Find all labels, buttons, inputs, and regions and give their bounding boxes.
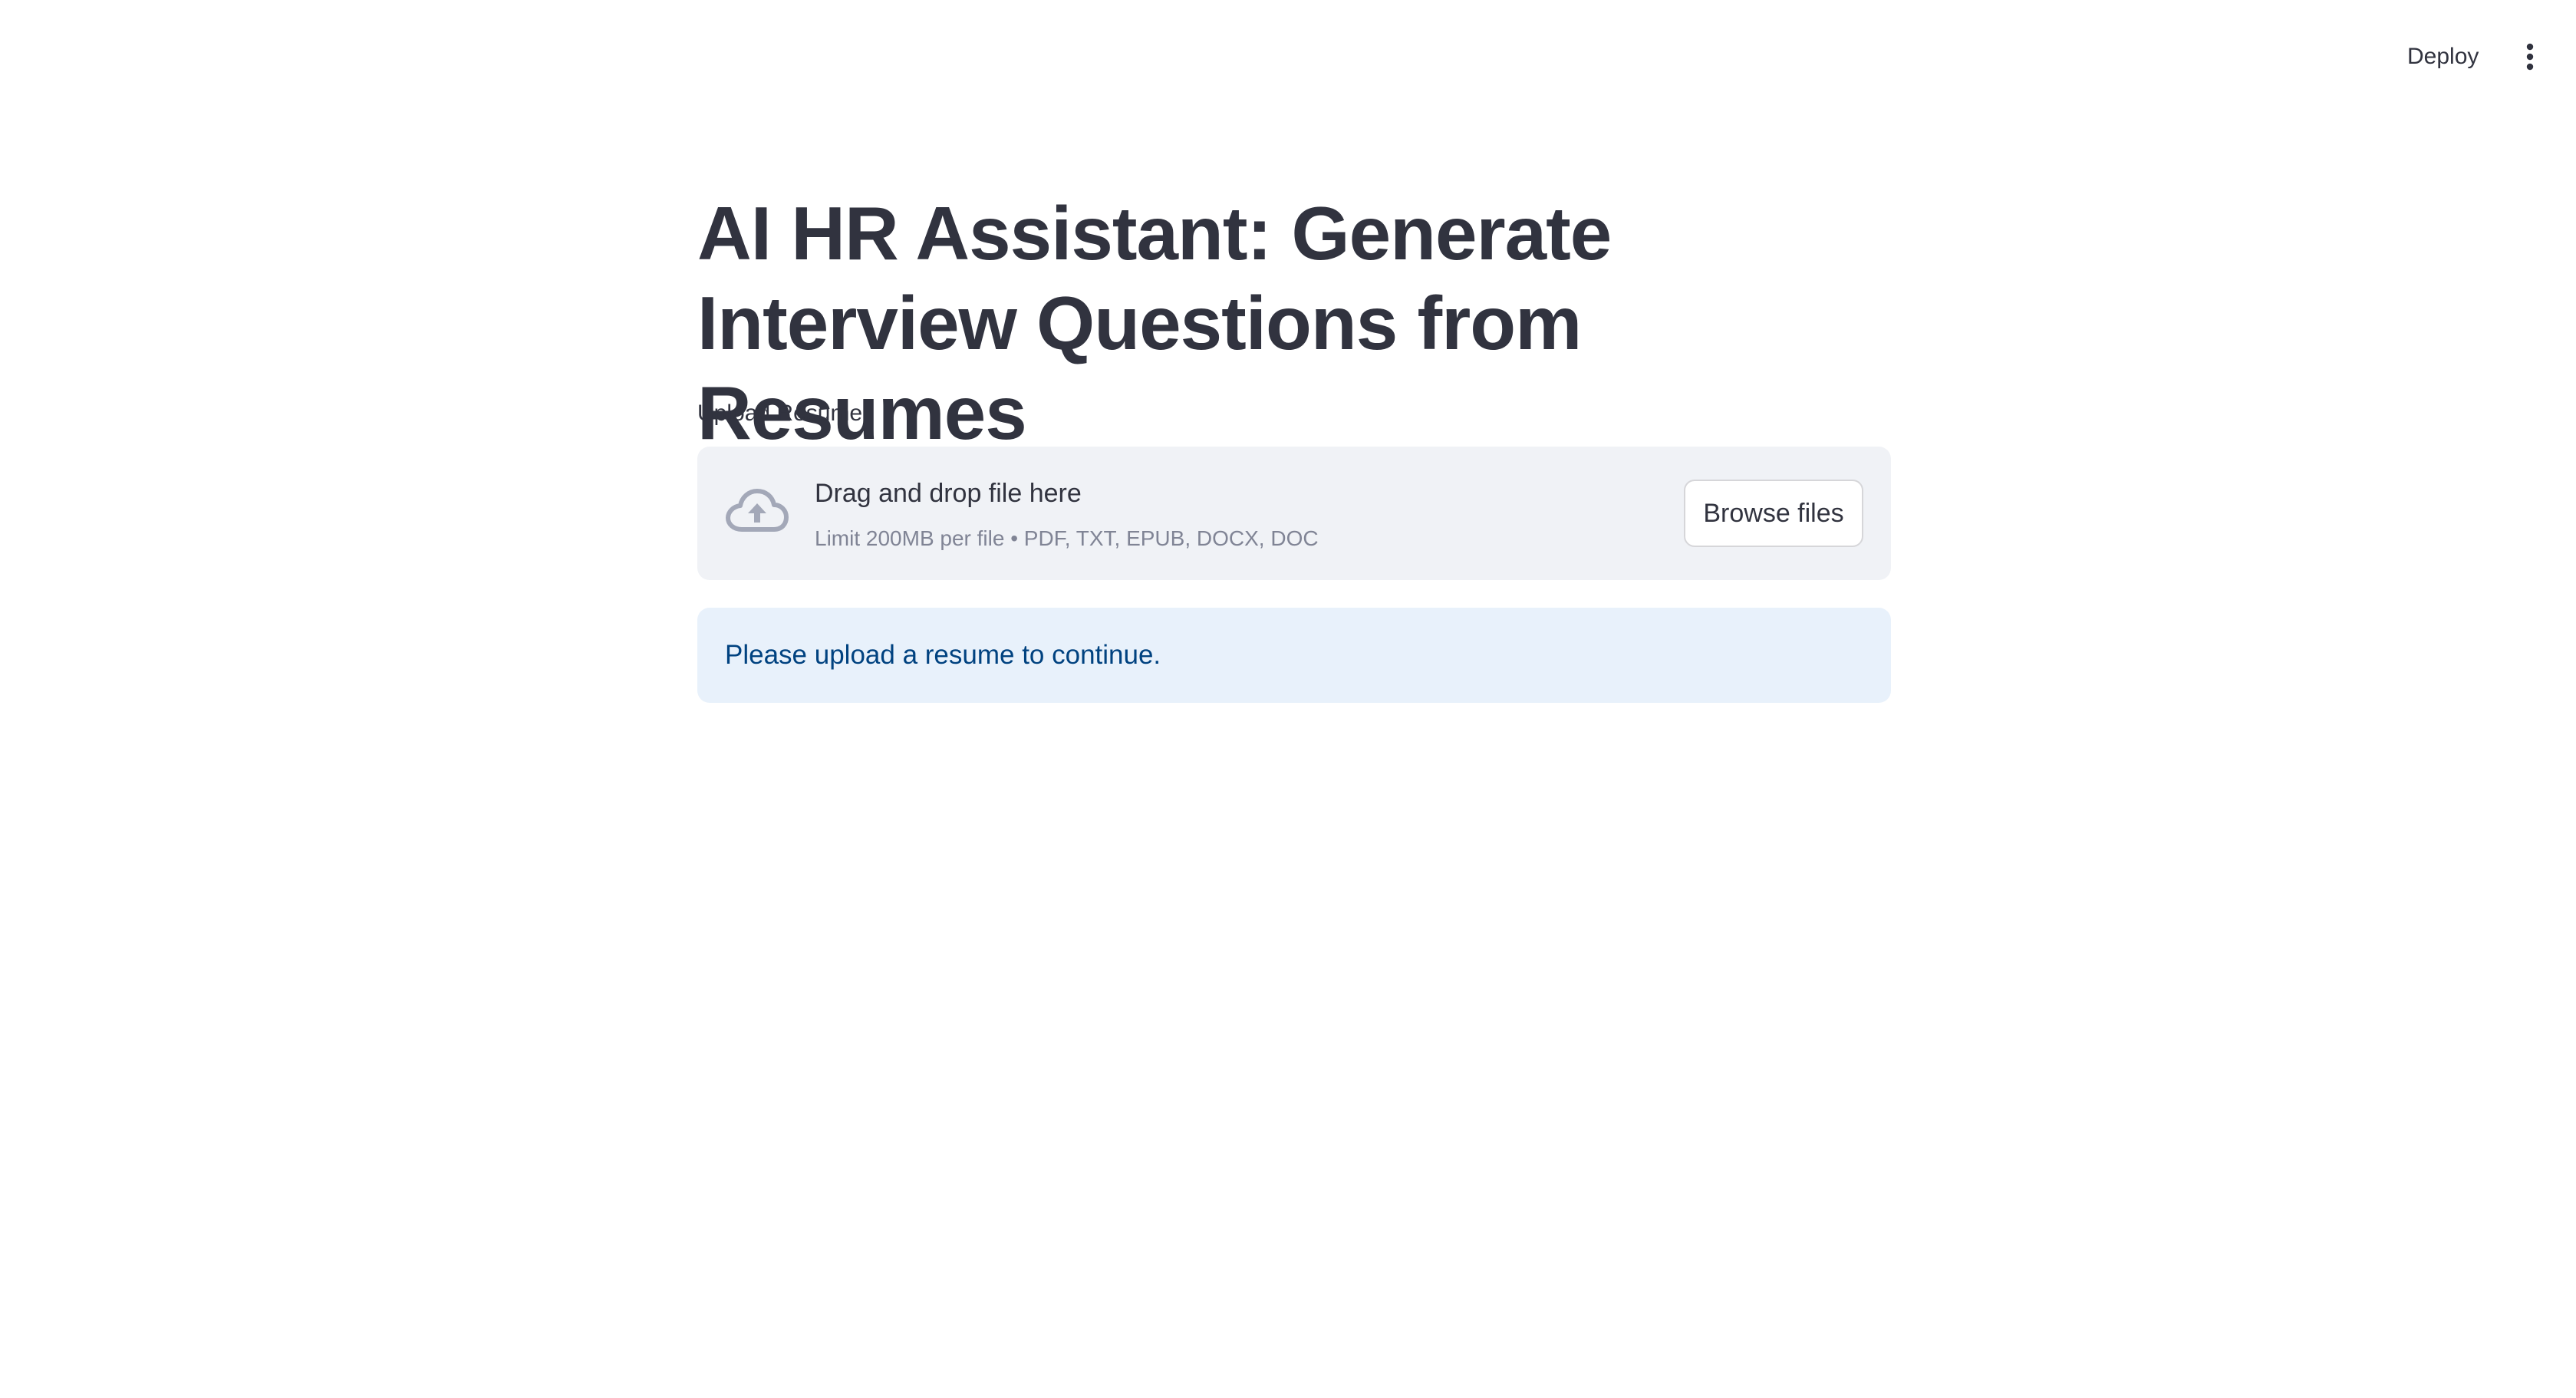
vertical-ellipsis-icon — [2526, 43, 2534, 71]
info-message: Please upload a resume to continue. — [725, 640, 1161, 670]
app-page: Deploy AI HR Assistant: Generate Intervi… — [0, 0, 2576, 1398]
dropzone-instruction: Drag and drop file here — [815, 479, 1082, 508]
uploader-label: Upload Resume — [697, 401, 863, 426]
main-menu-button[interactable] — [2507, 34, 2553, 80]
deploy-button[interactable]: Deploy — [2396, 35, 2489, 78]
cloud-upload-icon — [726, 489, 789, 532]
dropzone-limit-text: Limit 200MB per file • PDF, TXT, EPUB, D… — [815, 526, 1319, 550]
file-dropzone[interactable]: Drag and drop file here Limit 200MB per … — [697, 447, 1891, 580]
info-alert: Please upload a resume to continue. — [697, 608, 1891, 703]
page-title: AI HR Assistant: Generate Interview Ques… — [697, 191, 1612, 455]
top-header: Deploy — [0, 0, 2576, 100]
browse-files-label: Browse files — [1703, 498, 1844, 528]
deploy-label: Deploy — [2407, 44, 2479, 69]
browse-files-button[interactable]: Browse files — [1684, 480, 1863, 547]
